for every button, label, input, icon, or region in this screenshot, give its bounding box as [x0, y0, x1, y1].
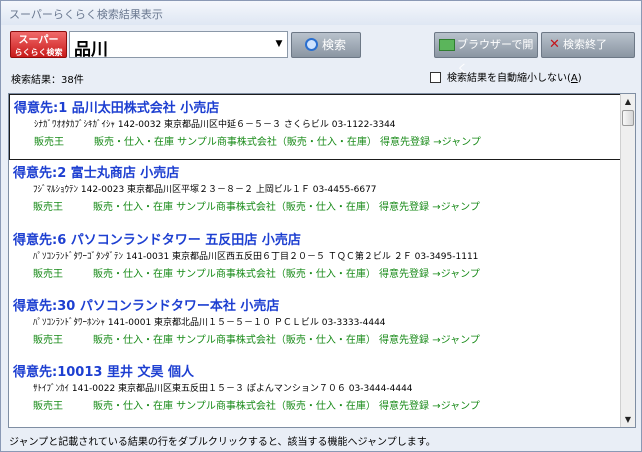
- results-list[interactable]: 得意先:1 品川太田株式会社 小売店 ｼﾅｶﾞﾜｵｵﾀｶﾌﾞｼｷｶﾞｲｼｬ 14…: [8, 93, 636, 428]
- search-query-combobox[interactable]: 品川 ▼: [69, 31, 288, 60]
- logo-line2: らくらく検索: [14, 48, 63, 57]
- result-address: ﾊﾟｿｺﾝﾗﾝﾄﾞﾀﾜｰｺﾞﾀﾝﾀﾞﾃﾝ 141-0031 東京都品川区西五反田…: [33, 252, 479, 262]
- result-app: 販売王: [33, 269, 63, 280]
- super-rakuraku-logo: スーパー らくらく検索: [10, 31, 67, 58]
- result-header[interactable]: 得意先:6 パソコンランドタワー 五反田店 小売店: [13, 229, 301, 248]
- magnifier-icon: [305, 38, 318, 51]
- scroll-down-arrow-icon[interactable]: ▼: [621, 412, 635, 427]
- search-button[interactable]: 検索: [291, 32, 361, 58]
- end-search-label: 検索終了: [563, 38, 607, 51]
- title-bar: スーパーらくらく検索結果表示: [1, 1, 641, 25]
- no-autoshrink-checkbox[interactable]: 検索結果を自動縮小しない(A): [430, 69, 582, 84]
- end-search-button[interactable]: ✕ 検索終了: [541, 32, 635, 58]
- search-button-label: 検索: [322, 38, 347, 52]
- result-address: ﾌｼﾞﾏﾙｼｮｳﾃﾝ 142-0023 東京都品川区平塚２３－８－２ 上岡ビル１…: [33, 185, 377, 195]
- result-link[interactable]: 販売・仕入・在庫 サンプル商事株式会社（販売・仕入・在庫） 得意先登録 →ジャン…: [93, 202, 480, 213]
- result-app: 販売王: [33, 335, 63, 346]
- result-header[interactable]: 得意先:1 品川太田株式会社 小売店: [14, 97, 219, 116]
- result-link[interactable]: 販売・仕入・在庫 サンプル商事株式会社（販売・仕入・在庫） 得意先登録 →ジャン…: [94, 137, 481, 148]
- result-entry[interactable]: 得意先:30 パソコンランドタワー本社 小売店 ﾊﾟｿｺﾝﾗﾝﾄﾞﾀﾜｰﾎﾝｼｬ…: [9, 293, 621, 359]
- search-query-value[interactable]: 品川: [74, 35, 108, 60]
- scroll-thumb[interactable]: [622, 110, 634, 126]
- result-count: 検索結果：38件: [11, 75, 84, 86]
- result-entry[interactable]: 得意先:1 品川太田株式会社 小売店 ｼﾅｶﾞﾜｵｵﾀｶﾌﾞｼｷｶﾞｲｼｬ 14…: [9, 94, 621, 160]
- no-autoshrink-accelerator: A: [570, 73, 578, 84]
- no-autoshrink-label: 検索結果を自動縮小しない(: [447, 73, 571, 84]
- result-jump-row[interactable]: 販売王 販売・仕入・在庫 サンプル商事株式会社（販売・仕入・在庫） 得意先登録 →…: [33, 198, 480, 213]
- result-entry[interactable]: 得意先:2 富士丸商店 小売店 ﾌｼﾞﾏﾙｼｮｳﾃﾝ 142-0023 東京都品…: [9, 160, 621, 226]
- result-jump-row[interactable]: 販売王 販売・仕入・在庫 サンプル商事株式会社（販売・仕入・在庫） 得意先登録 →…: [33, 331, 480, 346]
- result-address: ﾊﾟｿｺﾝﾗﾝﾄﾞﾀﾜｰﾎﾝｼｬ 141-0001 東京都北品川１５－５－１０ …: [33, 318, 386, 328]
- result-app: 販売王: [33, 401, 63, 412]
- result-entry[interactable]: 得意先:10013 里井 文昊 個人 ｻﾄｲﾌﾞﾝｶｲ 141-0022 東京都…: [9, 359, 621, 425]
- result-jump-row[interactable]: 販売王 販売・仕入・在庫 サンプル商事株式会社（販売・仕入・在庫） 得意先登録 →…: [33, 397, 480, 412]
- toolbar: スーパー らくらく検索 品川 ▼ 検索 ブラウザーで開く ✕ 検索終了: [1, 28, 641, 75]
- result-link[interactable]: 販売・仕入・在庫 サンプル商事株式会社（販売・仕入・在庫） 得意先登録 →ジャン…: [93, 335, 480, 346]
- result-header[interactable]: 得意先:10013 里井 文昊 個人: [13, 361, 194, 380]
- result-link[interactable]: 販売・仕入・在庫 サンプル商事株式会社（販売・仕入・在庫） 得意先登録 →ジャン…: [93, 401, 480, 412]
- checkbox-box[interactable]: [430, 72, 441, 83]
- browser-window-icon: [439, 39, 455, 51]
- result-entry[interactable]: 得意先:6 パソコンランドタワー 五反田店 小売店 ﾊﾟｿｺﾝﾗﾝﾄﾞﾀﾜｰｺﾞ…: [9, 227, 621, 293]
- close-x-icon: ✕: [549, 37, 560, 52]
- vertical-scrollbar[interactable]: ▲ ▼: [620, 94, 635, 427]
- result-app: 販売王: [34, 137, 64, 148]
- window-title: スーパーらくらく検索結果表示: [9, 8, 163, 21]
- status-message: ジャンプと記載されている結果の行をダブルクリックすると、該当する機能へジャンプし…: [9, 437, 436, 448]
- search-results-window: スーパーらくらく検索結果表示 スーパー らくらく検索 品川 ▼ 検索 ブラウザー…: [0, 0, 642, 452]
- result-address: ｼﾅｶﾞﾜｵｵﾀｶﾌﾞｼｷｶﾞｲｼｬ 142-0032 東京都品川区中延６－５－…: [34, 120, 396, 130]
- result-address: ｻﾄｲﾌﾞﾝｶｲ 141-0022 東京都品川区東五反田１５－３ ぽよんマンショ…: [33, 384, 413, 394]
- status-bar: ジャンプと記載されている結果の行をダブルクリックすると、該当する機能へジャンプし…: [1, 429, 641, 451]
- open-in-browser-button[interactable]: ブラウザーで開く: [434, 32, 538, 75]
- result-jump-row[interactable]: 販売王 販売・仕入・在庫 サンプル商事株式会社（販売・仕入・在庫） 得意先登録 →…: [34, 133, 481, 148]
- result-header[interactable]: 得意先:2 富士丸商店 小売店: [13, 162, 179, 181]
- scroll-up-arrow-icon[interactable]: ▲: [621, 94, 635, 109]
- result-header[interactable]: 得意先:30 パソコンランドタワー本社 小売店: [13, 295, 279, 314]
- logo-line1: スーパー: [18, 35, 59, 46]
- result-jump-row[interactable]: 販売王 販売・仕入・在庫 サンプル商事株式会社（販売・仕入・在庫） 得意先登録 →…: [33, 265, 480, 280]
- no-autoshrink-suffix: ): [577, 73, 582, 84]
- result-app: 販売王: [33, 202, 63, 213]
- result-link[interactable]: 販売・仕入・在庫 サンプル商事株式会社（販売・仕入・在庫） 得意先登録 →ジャン…: [93, 269, 480, 280]
- chevron-down-icon[interactable]: ▼: [271, 32, 287, 57]
